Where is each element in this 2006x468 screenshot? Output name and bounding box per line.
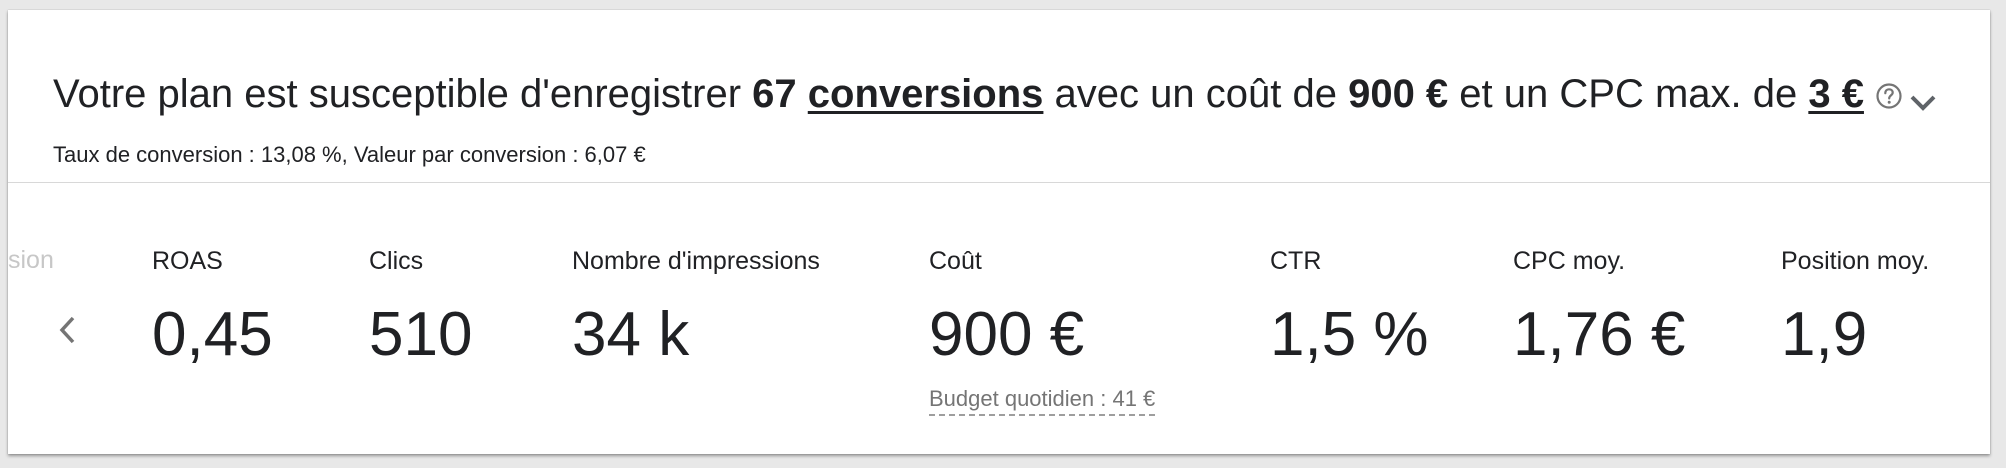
metric-label: ROAS (152, 247, 223, 275)
metric-avg-cpc[interactable]: CPC moy. 1,76 € (1513, 246, 1685, 370)
metric-clicks[interactable]: Clics 510 (369, 246, 472, 370)
metric-label: CPC moy. (1513, 247, 1626, 275)
metric-value: 34 k (572, 300, 690, 369)
metric-label: Coût (929, 247, 982, 275)
metric-ctr[interactable]: CTR 1,5 % (1270, 246, 1429, 370)
chevron-down-icon[interactable] (1903, 88, 1943, 118)
metric-avg-position[interactable]: Position moy. 1,9 (1781, 246, 1929, 370)
help-circle-icon[interactable] (1874, 72, 1904, 109)
forecast-card: Votre plan est susceptible d'enregistrer… (8, 10, 1990, 454)
metric-roas[interactable]: ROAS 0,45 (152, 246, 273, 370)
daily-budget-link[interactable]: Budget quotidien : 41 € (929, 386, 1156, 416)
metric-cost[interactable]: Coût 900 € Budget quotidien : 41 € (929, 246, 1156, 416)
metric-value: 1,5 % (1270, 300, 1429, 369)
metric-label: CTR (1270, 247, 1322, 275)
metric-value: 1,76 € (1513, 300, 1686, 369)
metric-value: 0,45 (152, 300, 273, 369)
metric-value: 510 (369, 300, 473, 369)
forecast-summary: Votre plan est susceptible d'enregistrer… (53, 68, 1904, 120)
conversion-details: Taux de conversion : 13,08 %, Valeur par… (53, 142, 646, 167)
metric-label: Clics (369, 247, 424, 275)
chevron-left-icon[interactable] (48, 308, 88, 352)
max-cpc-link[interactable]: 3 € (1808, 72, 1864, 116)
summary-mid-1: avec un coût de (1043, 72, 1349, 116)
conversions-link[interactable]: conversions (808, 72, 1044, 116)
metric-label: Position moy. (1781, 247, 1930, 275)
metric-impressions[interactable]: Nombre d'impressions 34 k (572, 246, 820, 370)
divider (8, 182, 1990, 183)
metric-value: 1,9 (1781, 300, 1868, 369)
metric-label: Nombre d'impressions (572, 247, 820, 275)
summary-prefix: Votre plan est susceptible d'enregistrer (53, 72, 753, 116)
clipped-metric-label: sion (8, 246, 54, 274)
summary-mid-2: et un CPC max. de (1448, 72, 1809, 116)
summary-cost: 900 € (1348, 72, 1449, 116)
conversions-count: 67 (752, 72, 797, 116)
metric-value: 900 € (929, 300, 1085, 369)
